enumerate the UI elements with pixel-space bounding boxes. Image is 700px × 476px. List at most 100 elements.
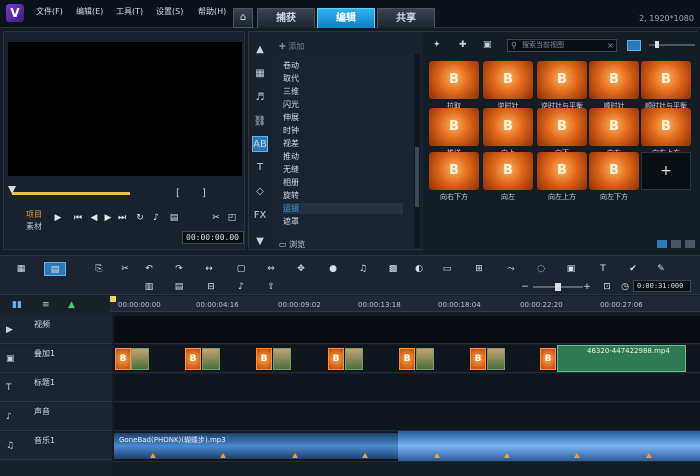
mark-out-button[interactable]: ] xyxy=(202,188,206,199)
list-item[interactable]: 伸展 xyxy=(283,112,403,123)
audio-keyframe[interactable] xyxy=(150,453,156,458)
effect-thumbnail[interactable]: B xyxy=(537,61,587,99)
transition-clip[interactable]: B xyxy=(256,348,272,370)
favorites-icon[interactable]: ✚ xyxy=(459,40,467,50)
export-icon[interactable]: ⇪ xyxy=(264,280,278,294)
track-header-overlay[interactable]: ▣ 叠加1 xyxy=(0,345,112,373)
add-effect-tile[interactable]: + xyxy=(641,152,691,190)
track-header-title[interactable]: T 标题1 xyxy=(0,374,112,402)
instant-project-icon[interactable]: ♬ xyxy=(252,90,268,106)
effect-thumbnail[interactable]: B xyxy=(429,108,479,146)
title-track[interactable] xyxy=(114,374,700,402)
audio-keyframe[interactable] xyxy=(292,453,298,458)
move-icon[interactable]: ✥ xyxy=(294,262,308,276)
preview-timecode[interactable]: 00:00:00.00 xyxy=(182,231,244,244)
chapter-icon[interactable]: ⊟ xyxy=(204,280,218,294)
track-view-icon[interactable]: ▮▮ xyxy=(12,300,22,310)
video-track[interactable] xyxy=(114,316,700,344)
project-mode-label[interactable]: 项目 xyxy=(26,209,42,220)
list-item[interactable]: 取代 xyxy=(283,73,403,84)
list-item[interactable]: 相册 xyxy=(283,177,403,188)
list-item[interactable]: 视差 xyxy=(283,138,403,149)
timeline-view-icon[interactable]: ▤ xyxy=(44,262,66,276)
paint-icon[interactable]: ✎ xyxy=(654,262,668,276)
tab-capture[interactable]: 捕获 xyxy=(257,8,315,28)
crop-icon[interactable]: ▢ xyxy=(234,262,248,276)
audio-keyframe[interactable] xyxy=(504,453,510,458)
effect-thumbnail[interactable]: B xyxy=(429,152,479,190)
effect-thumbnail[interactable]: B xyxy=(537,152,587,190)
stabilize-icon[interactable]: ▣ xyxy=(564,262,578,276)
effect-thumbnail[interactable]: B xyxy=(537,108,587,146)
record-icon[interactable]: ● xyxy=(326,262,340,276)
audio-keyframe[interactable] xyxy=(646,453,652,458)
thumbnail-view-icon[interactable] xyxy=(627,40,641,51)
scroll-up-icon[interactable]: ▲ xyxy=(252,42,268,58)
overlay-clip[interactable] xyxy=(131,348,149,370)
effect-thumbnail[interactable]: B xyxy=(483,152,533,190)
overlay-clip[interactable] xyxy=(416,348,434,370)
playhead[interactable] xyxy=(110,296,116,302)
list-item[interactable]: 闪光 xyxy=(283,99,403,110)
fit-icon[interactable]: ↔ xyxy=(202,262,216,276)
voice-track[interactable] xyxy=(114,403,700,431)
import-icon[interactable]: ✦ xyxy=(433,40,441,50)
title-icon[interactable]: T xyxy=(252,160,268,176)
audio-mixer-icon[interactable]: ♫ xyxy=(356,262,370,276)
path-icon[interactable]: ◌ xyxy=(534,262,548,276)
fx-track-icon[interactable]: ▤ xyxy=(172,280,186,294)
overlay-clip[interactable] xyxy=(202,348,220,370)
split-clip-icon[interactable]: ✂ xyxy=(210,212,222,224)
list-item[interactable]: 推动 xyxy=(283,151,403,162)
trim-bar[interactable] xyxy=(12,192,130,195)
list-scroll-thumb[interactable] xyxy=(415,147,419,207)
transition-effects-icon[interactable]: AB xyxy=(252,136,268,152)
snapshot-icon[interactable]: ◰ xyxy=(226,212,238,224)
fit-project-icon[interactable]: ⊡ xyxy=(600,280,614,294)
fx-icon[interactable]: FX xyxy=(252,208,268,224)
transition-clip[interactable]: B xyxy=(470,348,486,370)
play-icon[interactable]: ▶ xyxy=(52,212,64,224)
track-header-video[interactable]: ▶ 视频 xyxy=(0,316,112,344)
split-screen-icon[interactable]: ⊞ xyxy=(472,262,486,276)
list-item[interactable]: 遮罩 xyxy=(283,216,403,227)
list-item[interactable]: 三维 xyxy=(283,86,403,97)
effect-thumbnail[interactable]: B xyxy=(483,61,533,99)
graphics-icon[interactable]: ◇ xyxy=(252,184,268,200)
list-item[interactable]: 卷动 xyxy=(283,60,403,71)
next-frame-icon[interactable]: ▶ xyxy=(102,212,114,224)
browse-button[interactable]: ▭ 浏览 xyxy=(279,239,305,250)
audio-icon[interactable]: ♪ xyxy=(234,280,248,294)
transition-clip[interactable]: B xyxy=(328,348,344,370)
effect-thumbnail[interactable]: B xyxy=(429,61,479,99)
audio-keyframe[interactable] xyxy=(434,453,440,458)
skip-start-icon[interactable]: ⏮ xyxy=(72,212,84,224)
scroll-down-icon[interactable]: ▼ xyxy=(252,234,268,250)
transition-clip[interactable]: B xyxy=(185,348,201,370)
copy-icon[interactable]: ⎘ xyxy=(92,262,106,276)
audio-keyframe[interactable] xyxy=(574,453,580,458)
track-header-music[interactable]: ♫ 音乐1 xyxy=(0,432,112,460)
add-track-icon[interactable]: ▲ xyxy=(68,300,75,310)
subtitle-icon[interactable]: ▭ xyxy=(440,262,454,276)
view-toggle-icon[interactable] xyxy=(685,240,695,248)
media-icon[interactable]: ▦ xyxy=(252,66,268,82)
repeat-icon[interactable]: ↻ xyxy=(134,212,146,224)
transition-clip[interactable]: B xyxy=(115,348,131,370)
track-header-voice[interactable]: ♪ 声音 xyxy=(0,403,112,431)
volume-icon[interactable]: ♪ xyxy=(150,212,162,224)
view-toggle-icon[interactable] xyxy=(657,240,667,248)
audio-keyframe[interactable] xyxy=(220,453,226,458)
track-manager-icon[interactable]: ▥ xyxy=(142,280,156,294)
transitions-icon[interactable]: ⛓ xyxy=(252,114,268,130)
stretch-icon[interactable]: ⇔ xyxy=(264,262,278,276)
list-item[interactable]: 旋转 xyxy=(283,190,403,201)
redo-icon[interactable]: ↷ xyxy=(172,262,186,276)
motion-icon[interactable]: ⤳ xyxy=(504,262,518,276)
hd-icon[interactable]: ▤ xyxy=(168,212,180,224)
overlay-clip[interactable] xyxy=(345,348,363,370)
folder-icon[interactable]: ▣ xyxy=(483,40,492,50)
view-toggle-icon[interactable] xyxy=(671,240,681,248)
tools-icon[interactable]: ✂ xyxy=(118,262,132,276)
3d-title-icon[interactable]: T xyxy=(596,262,610,276)
